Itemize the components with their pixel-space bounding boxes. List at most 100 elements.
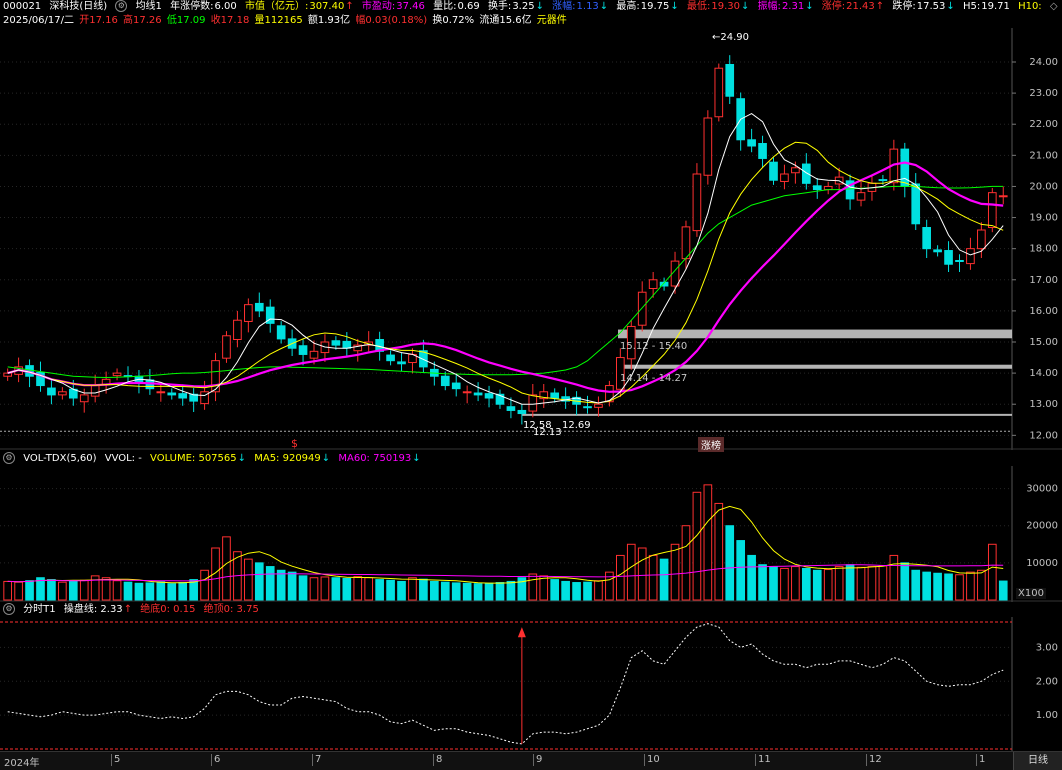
stock-code[interactable]: 000021: [3, 1, 41, 12]
vol-title[interactable]: VOL-TDX(5,60): [23, 453, 96, 464]
volume-bar: [780, 567, 789, 601]
volume-bar: [462, 582, 472, 601]
volume-bar: [823, 569, 833, 601]
candle-body: [178, 393, 188, 399]
volume-bar: [364, 577, 374, 601]
fenshi-top-value: 绝顶0: 3.75: [203, 604, 259, 615]
volume-bar: [156, 581, 166, 601]
zhangting-badge[interactable]: 涨榜: [698, 437, 724, 452]
candle-body: [703, 117, 713, 176]
date-axis-bar: 2024年 5 6 7 8 9 10 11 12 1 日线: [0, 751, 1062, 770]
candle-body: [90, 385, 100, 397]
volume-bar: [955, 574, 964, 601]
candle-body: [801, 163, 811, 184]
candle-body: [386, 354, 395, 362]
amp-label: 振幅:: [757, 1, 781, 12]
buy-signal-arrow-icon: [517, 627, 526, 638]
candle-body: [47, 387, 56, 396]
limit-down-value: 17.53: [916, 1, 946, 12]
volume-bar: [506, 580, 516, 601]
peak-annotation: ←24.90: [712, 32, 749, 43]
volume-bar: [583, 581, 592, 601]
volume-bar: [112, 580, 122, 601]
tab-daily[interactable]: 日线: [1013, 752, 1062, 770]
volume-bar: [725, 525, 735, 601]
kline-chart[interactable]: 24.00 23.00 22.00 21.00 20.00 19.00 18.00 17.00…: [0, 28, 1062, 450]
volume-bar: [703, 484, 713, 601]
volume-chart[interactable]: 30000 20000 10000: [0, 466, 1062, 602]
price-tick-label: 21.00: [1029, 150, 1058, 161]
stock-name[interactable]: 深科技(日线): [49, 1, 107, 12]
high-value: 19.75: [640, 1, 670, 12]
volume-bar: [594, 580, 603, 601]
settings-gear-icon[interactable]: ⚙: [3, 603, 15, 615]
volume-bar: [736, 540, 746, 601]
diamond-icon[interactable]: ◇: [1050, 1, 1058, 12]
fenshi-chart[interactable]: 3.00 2.00 1.00: [0, 617, 1062, 751]
candle-body: [440, 375, 450, 387]
settings-gear-icon[interactable]: ⚙: [3, 452, 15, 464]
turnover-label: 换手:: [487, 1, 512, 12]
volume-bar: [473, 583, 483, 601]
settings-gear-icon[interactable]: ⚙: [115, 0, 128, 12]
arrow-down-icon: ↓: [412, 453, 421, 464]
price-tick-label: 20.00: [1029, 181, 1058, 192]
volume-bar: [495, 582, 505, 601]
candle-body: [309, 350, 319, 359]
candle-body: [725, 63, 735, 97]
candle-body: [167, 392, 177, 396]
low3-label: 12.13: [533, 427, 562, 438]
ma-label[interactable]: 均线1: [136, 1, 162, 12]
vol-ma60-value: MA60: 750193: [338, 453, 412, 464]
price-tick-label: 22.00: [1029, 119, 1058, 130]
candle-body: [473, 392, 483, 396]
candle-body: [462, 391, 472, 394]
low-value-info: 低17.09: [166, 15, 206, 26]
h5-value: 19.71: [981, 1, 1010, 12]
price-tick-label: 24.00: [1029, 57, 1058, 68]
arrow-down-icon: ↓: [670, 1, 679, 12]
candle-body: [780, 173, 789, 182]
turnover-value-info: 换0.72%: [432, 15, 475, 26]
vol-ratio-value: 0.69: [457, 1, 480, 12]
month-tick-label: 7: [312, 754, 321, 766]
price-tick-label: 12.00: [1029, 430, 1058, 441]
peak-label: 24.90: [720, 32, 750, 43]
volume-value: VOLUME: 507565: [150, 453, 237, 464]
candle-body: [112, 372, 122, 377]
fenshi-title[interactable]: 分时T1: [23, 604, 55, 615]
candle-body: [944, 250, 953, 265]
arrow-down-icon: ↓: [237, 453, 247, 464]
volume-bar: [987, 543, 997, 601]
stop-label: 年涨停数:: [170, 1, 214, 12]
zone2-label: 14.14 - 14.27: [620, 373, 688, 384]
volume-bar: [397, 580, 406, 601]
month-tick-label: 10: [644, 754, 660, 766]
dyn-pe-value: 37.46: [396, 1, 425, 12]
candle-body: [692, 173, 702, 232]
candle-body: [156, 391, 166, 394]
volume-tick-label: 20000: [1026, 521, 1058, 532]
candle-body: [342, 340, 352, 349]
price-tick-label: 16.00: [1029, 306, 1058, 317]
volume-bar: [386, 579, 395, 601]
candle-body: [331, 340, 341, 346]
limit-down-label: 跌停:: [892, 1, 916, 12]
price-tick-label: 15.00: [1029, 337, 1058, 348]
open-value: 开17.16: [79, 15, 118, 26]
volume-bar: [178, 582, 188, 601]
volume-bar: [539, 575, 549, 601]
volume-bar: [812, 569, 822, 601]
candle-body: [244, 304, 253, 322]
candle-body: [58, 391, 67, 396]
price-tick-label: 13.00: [1029, 399, 1058, 410]
sector-value[interactable]: 元器件: [537, 15, 567, 26]
fenshi-line: [7, 623, 1004, 745]
volume-unit: X100: [1016, 588, 1046, 599]
volume-bar: [134, 582, 144, 601]
fenshi-tick-label: 2.00: [1036, 676, 1058, 687]
volume-bar: [79, 579, 89, 601]
volume-bar: [659, 558, 669, 601]
volume-bar: [25, 580, 34, 601]
arrow-down-icon: ↓: [805, 1, 814, 12]
